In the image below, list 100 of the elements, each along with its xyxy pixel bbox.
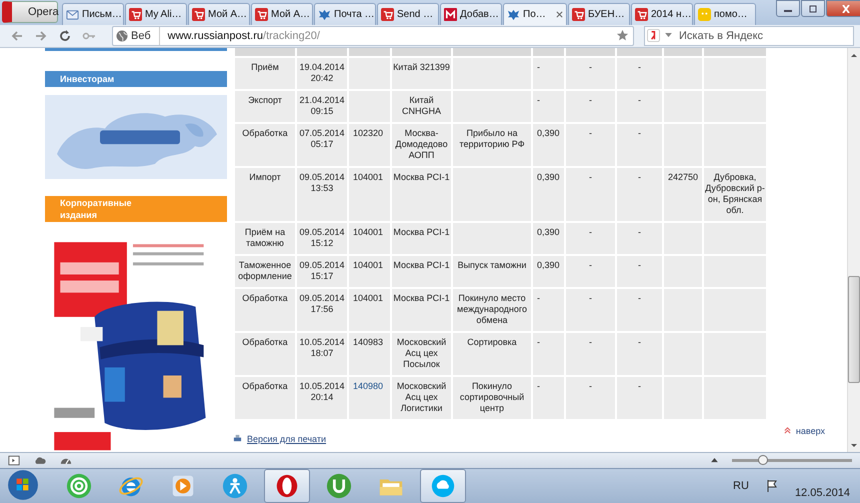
- table-cell: Дубровка, Дубровский р-он, Брянская обл.: [704, 168, 766, 221]
- table-cell: -: [533, 332, 564, 375]
- table-cell: Китай CNHGHA: [392, 90, 451, 122]
- browser-tab[interactable]: БУЕН…: [568, 2, 630, 25]
- browser-tab[interactable]: Мой А…: [251, 2, 313, 25]
- table-cell: 10.05.2014 18:07: [297, 332, 347, 375]
- play-icon: [170, 473, 196, 499]
- investors-link[interactable]: Инвесторам: [45, 70, 227, 87]
- index-text: 104001: [353, 172, 384, 182]
- table-cell: Москва PCI-1: [392, 288, 451, 331]
- table-cell: Обработка: [235, 376, 295, 419]
- table-cell: Москва PCI-1: [392, 222, 451, 254]
- browser-tab[interactable]: По…: [503, 2, 567, 25]
- cart-icon: [635, 8, 648, 21]
- table-cell: 21.04.2014 09:15: [297, 90, 347, 122]
- table-cell: 09.05.2014 13:53: [297, 168, 347, 221]
- chevron-up-icon: [784, 427, 791, 434]
- table-cell: 09.05.2014 15:17: [297, 256, 347, 287]
- table-cell: 10.05.2014 20:14: [297, 376, 347, 419]
- browser-tab[interactable]: помо…: [694, 2, 756, 25]
- table-cell: -: [617, 288, 662, 331]
- print-version-link[interactable]: Версия для печати: [233, 432, 326, 445]
- index-text: 104001: [353, 226, 384, 237]
- browser-tab[interactable]: 2014 н…: [631, 2, 693, 25]
- maximize-button[interactable]: [801, 0, 825, 17]
- table-cell: -: [617, 332, 662, 375]
- table-cell: 09.05.2014 17:56: [297, 288, 347, 331]
- smiley-icon: [698, 8, 711, 21]
- star-icon[interactable]: [616, 29, 629, 42]
- table-cell: Экспорт: [235, 90, 295, 122]
- table-cell: Китай 321399: [392, 58, 451, 89]
- close-icon[interactable]: [556, 10, 563, 18]
- cloud-bubble-icon: [430, 473, 456, 499]
- maximize-icon: [807, 4, 819, 12]
- table-cell: Обработка: [235, 288, 295, 331]
- web-mode-button[interactable]: Веб: [113, 26, 160, 45]
- browser-tab[interactable]: My Ali…: [125, 2, 187, 25]
- search-field[interactable]: Искать в Яндекс: [644, 26, 854, 46]
- taskbar-button[interactable]: [420, 469, 466, 503]
- reload-icon[interactable]: [58, 28, 72, 43]
- panel-icon[interactable]: [8, 455, 20, 466]
- browser-tab[interactable]: Письм…: [62, 2, 124, 25]
- cart-icon: [381, 8, 394, 21]
- cart-icon: [255, 8, 268, 21]
- index-link[interactable]: 140980: [353, 380, 384, 391]
- clock-date[interactable]: 12.05.2014: [794, 487, 850, 499]
- back-to-top-link[interactable]: наверх: [784, 424, 825, 437]
- browser-tab[interactable]: Send …: [377, 2, 439, 25]
- globe-icon: [116, 30, 128, 42]
- slider-thumb[interactable]: [758, 455, 768, 466]
- table-cell: Москва PCI-1: [392, 168, 451, 221]
- table-cell: 0,390: [533, 222, 564, 254]
- ring-icon: [274, 473, 300, 499]
- browser-tab[interactable]: Добав…: [440, 2, 502, 25]
- taskbar-button[interactable]: [264, 469, 310, 503]
- table-cell: -: [617, 90, 662, 122]
- table-cell: -: [566, 256, 615, 287]
- close-button[interactable]: [826, 0, 860, 17]
- cart-icon: [572, 8, 585, 21]
- index-text: 102320: [353, 128, 384, 138]
- caret-up-icon[interactable]: [711, 458, 718, 464]
- scroll-down-icon[interactable]: [851, 443, 857, 448]
- address-field[interactable]: Веб www.russianpost.ru/tracking20/: [112, 26, 634, 46]
- table-cell: -: [617, 256, 662, 287]
- scroll-up-icon[interactable]: [851, 52, 857, 58]
- scrollbar[interactable]: [847, 48, 860, 452]
- table-cell: -: [566, 58, 615, 89]
- flag-icon[interactable]: [764, 479, 779, 493]
- scroll-thumb[interactable]: [848, 276, 860, 383]
- table-cell: -: [566, 168, 615, 221]
- browser-tab[interactable]: Почта …: [314, 2, 376, 25]
- forward-icon[interactable]: [34, 28, 48, 43]
- caret-icon[interactable]: [665, 32, 672, 38]
- start-button[interactable]: [6, 469, 40, 503]
- table-cell: Приём: [235, 58, 295, 89]
- table-cell: -: [533, 288, 564, 331]
- search-engine-icon[interactable]: [647, 28, 660, 42]
- back-icon[interactable]: [10, 28, 24, 43]
- table-cell: -: [566, 376, 615, 419]
- table-cell: 09.05.2014 15:12: [297, 222, 347, 254]
- table-cell: Московский Асц цех Посылок: [392, 332, 451, 375]
- magnet-icon: [326, 473, 352, 499]
- table-cell: -: [617, 222, 662, 254]
- table-cell: -: [566, 332, 615, 375]
- cloud-icon[interactable]: [34, 455, 46, 466]
- opera-menu-button[interactable]: Opera: [2, 0, 58, 23]
- table-cell: Москва PCI-1: [392, 256, 451, 287]
- minimize-button[interactable]: [776, 0, 800, 17]
- square-logo-icon: [444, 8, 457, 21]
- table-cell: [664, 58, 702, 89]
- table-cell: 07.05.2014 05:17: [297, 124, 347, 166]
- table-cell: Выпуск таможни: [453, 256, 531, 287]
- table-cell: Покинуло место международного обмена: [453, 288, 531, 331]
- url-text: www.russianpost.ru/tracking20/: [166, 30, 320, 42]
- table-cell: [704, 58, 766, 89]
- browser-tab[interactable]: Мой А…: [188, 2, 250, 25]
- index-text: 104001: [353, 260, 384, 270]
- table-cell: Сортировка: [453, 332, 531, 375]
- language-indicator[interactable]: RU: [733, 480, 749, 492]
- table-cell: -: [617, 376, 662, 419]
